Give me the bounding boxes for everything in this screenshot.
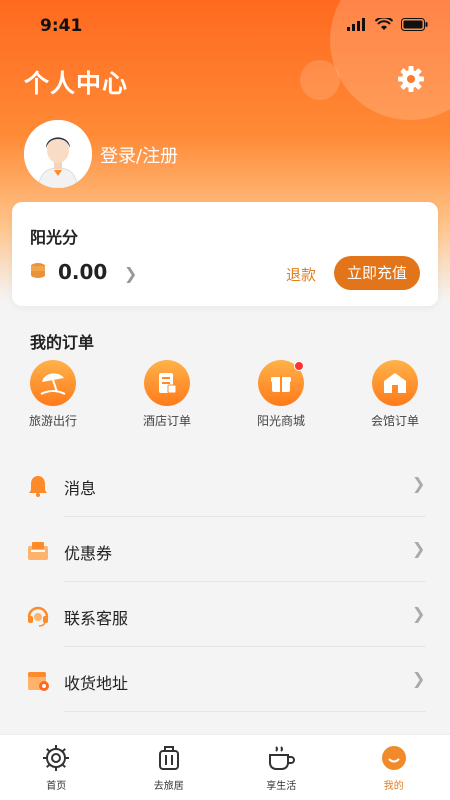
tab-home[interactable]: 首页 xyxy=(0,735,113,800)
tab-label: 去旅居 xyxy=(153,781,184,792)
order-travel[interactable]: 旅游出行 xyxy=(8,360,98,429)
bell-icon xyxy=(29,476,47,497)
order-hotel[interactable]: 酒店订单 xyxy=(122,360,212,429)
tab-label: 我的 xyxy=(383,781,404,792)
bottom-tab-bar: 首页 去旅居 享生活 我的 xyxy=(0,734,450,800)
avatar[interactable] xyxy=(24,120,92,188)
order-label: 会馆订单 xyxy=(370,414,419,428)
smiley-icon xyxy=(381,746,406,770)
chevron-right-icon: ❯ xyxy=(412,539,426,558)
tab-travel[interactable]: 去旅居 xyxy=(113,735,226,800)
settings-gear-icon[interactable] xyxy=(396,64,426,94)
headset-icon xyxy=(27,606,49,627)
menu-item-messages[interactable]: 消息 ❯ xyxy=(0,452,450,517)
beach-umbrella-icon xyxy=(40,373,66,395)
coupon-icon xyxy=(28,542,48,560)
page-title: 个人中心 xyxy=(24,69,129,98)
tab-mine[interactable]: 我的 xyxy=(338,735,450,800)
recharge-button[interactable]: 立即充值 xyxy=(334,256,420,290)
tab-life[interactable]: 享生活 xyxy=(225,735,338,800)
address-icon xyxy=(28,672,49,691)
points-label: 阳光分 xyxy=(30,228,79,247)
wifi-icon xyxy=(375,18,393,30)
chevron-right-icon[interactable]: ❯ xyxy=(124,264,137,283)
battery-icon xyxy=(401,18,428,31)
decorative-bubble xyxy=(300,60,340,100)
signal-icon xyxy=(347,18,365,31)
menu-item-label: 消息 xyxy=(64,479,97,498)
gift-box-icon xyxy=(271,377,291,392)
status-bar: 9:41 xyxy=(0,0,450,54)
luggage-icon xyxy=(158,746,179,770)
document-icon xyxy=(159,373,177,394)
chevron-right-icon: ❯ xyxy=(412,474,426,493)
chevron-right-icon: ❯ xyxy=(412,604,426,623)
menu-item-label: 收货地址 xyxy=(64,674,129,693)
order-label: 酒店订单 xyxy=(142,414,191,428)
status-time: 9:41 xyxy=(40,16,83,36)
points-card: 阳光分 0.00 ❯ 退款 立即充值 xyxy=(12,202,438,306)
points-amount[interactable]: 0.00 xyxy=(58,260,107,284)
coffee-cup-icon xyxy=(269,746,296,770)
orders-section-title: 我的订单 xyxy=(30,333,95,352)
refund-button[interactable]: 退款 xyxy=(286,264,316,285)
house-icon xyxy=(384,373,406,393)
menu-item-customer-service[interactable]: 联系客服 ❯ xyxy=(0,582,450,647)
notification-dot xyxy=(294,361,304,371)
login-register-link[interactable]: 登录/注册 xyxy=(100,142,178,168)
chevron-right-icon: ❯ xyxy=(412,669,426,688)
status-icons xyxy=(347,18,428,31)
gear-home-icon xyxy=(43,745,70,771)
menu-item-address[interactable]: 收货地址 ❯ xyxy=(0,647,450,712)
order-club[interactable]: 会馆订单 xyxy=(350,360,440,429)
order-label: 旅游出行 xyxy=(28,414,77,428)
order-mall[interactable]: 阳光商城 xyxy=(236,360,326,429)
menu-list: 消息 ❯ 优惠券 ❯ 联系客服 ❯ 收货地址 ❯ xyxy=(0,452,450,777)
user-avatar-icon xyxy=(24,120,92,188)
menu-item-label: 优惠券 xyxy=(64,544,113,563)
order-label: 阳光商城 xyxy=(256,414,305,428)
menu-item-label: 联系客服 xyxy=(64,609,129,628)
menu-item-coupons[interactable]: 优惠券 ❯ xyxy=(0,517,450,582)
tab-label: 首页 xyxy=(46,781,67,792)
coin-stack-icon xyxy=(31,263,45,278)
tab-label: 享生活 xyxy=(266,781,297,792)
